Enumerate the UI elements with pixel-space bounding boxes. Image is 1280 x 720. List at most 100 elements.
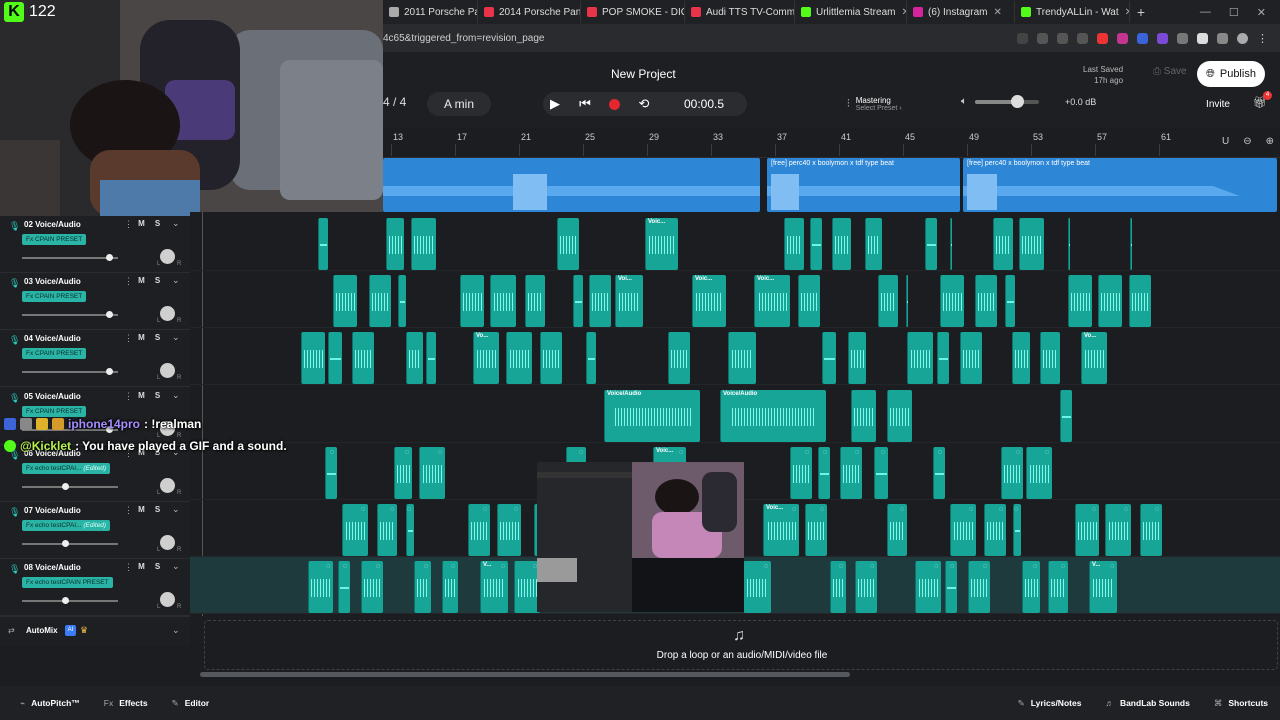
solo-button[interactable]: S — [152, 219, 163, 230]
audio-clip[interactable]: ◌ — [468, 504, 490, 556]
editor-button[interactable]: ✎ Editor — [160, 698, 222, 709]
mute-button[interactable]: M — [136, 391, 147, 402]
beat-clip[interactable]: [free] perc40 x boolymon x tdf type beat — [963, 158, 1277, 212]
audio-clip[interactable] — [369, 275, 391, 328]
track-menu-icon[interactable]: ⋮ — [124, 276, 133, 287]
chevron-down-icon[interactable]: ⌄ — [172, 504, 180, 515]
audio-clip[interactable] — [906, 275, 908, 328]
solo-button[interactable]: S — [152, 391, 163, 402]
audio-clip[interactable] — [1098, 275, 1122, 328]
audio-clip[interactable] — [950, 218, 952, 270]
audio-clip[interactable] — [851, 389, 876, 442]
fader-knob[interactable] — [106, 254, 113, 261]
fader-knob[interactable] — [62, 597, 69, 605]
lyrics-notes-button[interactable]: ✎ Lyrics/Notes — [1006, 698, 1094, 709]
fader-knob[interactable] — [106, 311, 113, 319]
chevron-down-icon[interactable]: ⌄ — [172, 625, 180, 636]
volume-fader[interactable] — [22, 482, 118, 490]
audio-clip[interactable] — [506, 332, 532, 385]
track-header[interactable]: 🎙︎ 03 Voice/Audio ⋮ M S ⌄ Fx CPAIN PRESET L R — [0, 273, 190, 331]
audio-clip[interactable]: ◌ — [874, 446, 888, 499]
extension-gray-icon[interactable] — [1177, 32, 1188, 44]
pan-knob[interactable] — [160, 306, 175, 322]
audio-clip[interactable] — [937, 332, 949, 385]
speaker-icon[interactable]: 🔈︎ — [961, 96, 967, 107]
mute-button[interactable]: M — [136, 562, 147, 573]
track-menu-icon[interactable]: ⋮ — [124, 333, 133, 344]
audio-clip[interactable] — [490, 275, 516, 328]
screenshot-icon[interactable] — [1037, 32, 1048, 44]
audio-clip[interactable]: Voice/Audio — [720, 389, 826, 442]
audio-clip[interactable] — [525, 275, 545, 328]
track-lane[interactable]: Voic... — [190, 214, 1280, 271]
solo-button[interactable]: S — [152, 333, 163, 344]
audio-clip[interactable] — [878, 275, 898, 328]
close-tab-icon[interactable]: ✕ — [993, 7, 1001, 18]
solo-button[interactable]: S — [152, 562, 163, 573]
pan-knob[interactable] — [160, 363, 175, 379]
track-lane[interactable]: Voi... Voic... Voic... — [190, 271, 1280, 329]
fader-knob[interactable] — [62, 540, 69, 547]
audio-clip[interactable] — [557, 218, 579, 270]
audio-clip[interactable]: V... ◌ — [1089, 561, 1117, 614]
audio-clip[interactable] — [352, 332, 374, 385]
mute-button[interactable]: M — [136, 219, 147, 230]
track-lane[interactable]: Voice/Audio Voice/Audio — [190, 386, 1280, 443]
audio-clip[interactable]: Voi... — [615, 275, 643, 328]
extension-blue-icon[interactable] — [1137, 32, 1148, 44]
audio-clip[interactable] — [907, 332, 933, 385]
audio-clip[interactable] — [1005, 275, 1015, 328]
audio-clip[interactable]: ◌ — [342, 504, 368, 556]
chevron-down-icon[interactable]: ⌄ — [172, 561, 180, 572]
audio-clip[interactable]: ◌ — [1140, 504, 1162, 556]
record-icon[interactable] — [609, 98, 620, 110]
audio-clip[interactable]: ◌ — [818, 446, 830, 499]
save-button[interactable]: ⎙ Save — [1153, 66, 1187, 77]
audio-clip[interactable]: ◌ — [1022, 561, 1040, 614]
track-menu-icon[interactable]: ⋮ — [124, 219, 133, 230]
zoom-icon[interactable] — [1057, 32, 1068, 44]
browser-tab[interactable]: POP SMOKE - DIOR✕ — [581, 1, 685, 23]
pan-knob[interactable] — [160, 592, 175, 608]
solo-button[interactable]: S — [152, 276, 163, 287]
audio-clip[interactable] — [460, 275, 484, 328]
audio-clip[interactable]: ◌ — [915, 561, 941, 614]
audio-clip[interactable]: ◌ — [840, 446, 862, 499]
audio-clip[interactable]: Voice/Audio — [604, 389, 700, 442]
audio-clip[interactable]: ◌ — [406, 504, 414, 556]
audio-clip[interactable] — [993, 218, 1013, 270]
chevron-down-icon[interactable]: ⌄ — [172, 390, 180, 401]
browser-menu-icon[interactable]: ⋮ — [1257, 32, 1268, 45]
audio-clip[interactable]: ◌ — [325, 446, 337, 499]
audio-clip[interactable] — [1068, 275, 1092, 328]
audio-clip[interactable] — [333, 275, 357, 328]
new-tab-button[interactable]: + — [1130, 4, 1152, 20]
fx-preset-badge[interactable]: Fx echo testCPAI... (Edited) — [22, 520, 111, 531]
volume-fader[interactable] — [22, 311, 118, 319]
audio-clip[interactable] — [589, 275, 611, 328]
volume-fader[interactable] — [22, 368, 118, 376]
mute-button[interactable]: M — [136, 276, 147, 287]
audio-clip[interactable] — [1130, 218, 1132, 270]
automix-row[interactable]: ⇄ AutoMix AI ♛ ⌄ — [0, 616, 190, 646]
solo-button[interactable]: S — [152, 505, 163, 516]
audio-clip[interactable] — [975, 275, 997, 328]
audio-clip[interactable] — [586, 332, 596, 385]
download-icon[interactable] — [1017, 32, 1028, 44]
audio-clip[interactable] — [1068, 218, 1070, 270]
audio-clip[interactable] — [784, 218, 804, 270]
drop-zone[interactable]: ♫ Drop a loop or an audio/MIDI/video fil… — [204, 620, 1278, 670]
track-header[interactable]: 🎙︎ 02 Voice/Audio ⋮ M S ⌄ Fx CPAIN PRESET L R — [0, 216, 190, 273]
audio-clip[interactable]: Vo... — [473, 332, 499, 385]
audio-clip[interactable]: ◌ — [743, 561, 771, 614]
track-name[interactable]: 03 Voice/Audio — [24, 277, 81, 286]
audio-clip[interactable]: ◌ — [950, 504, 976, 556]
extension-white-icon[interactable] — [1197, 32, 1208, 44]
magnet-icon[interactable]: U — [1222, 136, 1229, 147]
fx-preset-badge[interactable]: Fx CPAIN PRESET — [22, 348, 87, 360]
fx-preset-badge[interactable]: Fx CPAIN PRESET — [22, 234, 87, 245]
audio-clip[interactable] — [301, 332, 325, 385]
timeline-ruler[interactable]: U ⊖ ⊕ 13 17 21 25 29 33 37 41 45 49 53 57 61 — [383, 128, 1280, 158]
audio-clip[interactable] — [1019, 218, 1044, 270]
audio-clip[interactable]: ◌ — [394, 446, 412, 499]
